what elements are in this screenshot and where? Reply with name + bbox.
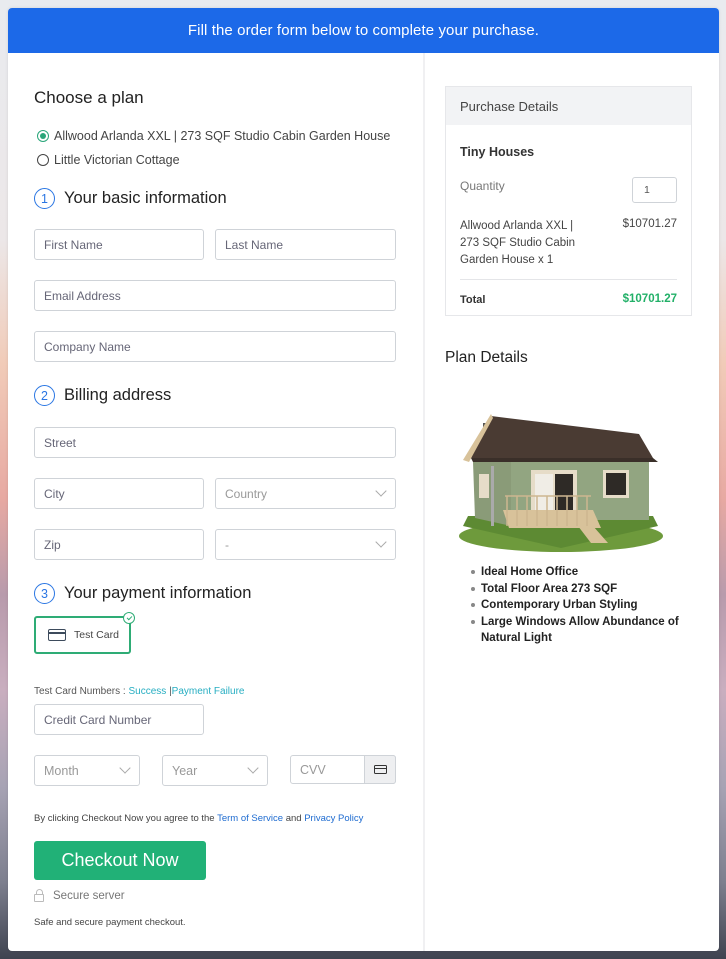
feature-item: Contemporary Urban Styling: [471, 597, 691, 614]
street-input[interactable]: Street: [34, 427, 396, 458]
chevron-down-icon: [375, 485, 387, 497]
plan-option-label: Allwood Arlanda XXL | 273 SQF Studio Cab…: [54, 129, 391, 143]
selected-value: Year: [172, 763, 198, 778]
quantity-input[interactable]: 1: [632, 177, 677, 203]
city-input[interactable]: City: [34, 478, 204, 509]
line-item-price: $10701.27: [622, 218, 677, 230]
step-3-icon: 3: [34, 583, 55, 604]
banner-text: Fill the order form below to complete yo…: [187, 22, 540, 39]
radio-unselected-icon[interactable]: [37, 154, 49, 166]
plan-option-allwood[interactable]: Allwood Arlanda XXL | 273 SQF Studio Cab…: [37, 129, 390, 143]
terms-of-service-link[interactable]: Term of Service: [217, 813, 283, 824]
cvv-input[interactable]: CVV: [290, 755, 396, 784]
placeholder: City: [44, 486, 65, 501]
feature-item: Ideal Home Office: [471, 564, 691, 581]
test-numbers-label: Test Card Numbers :: [34, 686, 126, 697]
column-divider: [423, 53, 425, 951]
feature-item: Total Floor Area 273 SQF: [471, 581, 691, 598]
secure-server: Secure server: [34, 889, 125, 902]
email-input[interactable]: Email Address: [34, 280, 396, 311]
safe-checkout-note: Safe and secure payment checkout.: [34, 917, 186, 928]
plan-features-list: Ideal Home Office Total Floor Area 273 S…: [471, 564, 691, 647]
credit-card-icon: [373, 765, 387, 774]
year-select[interactable]: Year: [162, 755, 268, 786]
lock-icon: [34, 889, 44, 902]
placeholder: Zip: [44, 537, 61, 552]
basic-info-heading: 1 Your basic information: [34, 188, 227, 209]
total-amount: $10701.27: [622, 293, 677, 305]
month-select[interactable]: Month: [34, 755, 140, 786]
success-link[interactable]: Success: [128, 686, 166, 697]
first-name-input[interactable]: First Name: [34, 229, 204, 260]
company-input[interactable]: Company Name: [34, 331, 396, 362]
payment-heading: 3 Your payment information: [34, 583, 251, 604]
section-title: Your payment information: [64, 584, 252, 602]
zip-input[interactable]: Zip: [34, 529, 204, 560]
placeholder: Street: [44, 435, 77, 450]
chevron-down-icon: [375, 536, 387, 548]
quantity-label: Quantity: [460, 179, 505, 193]
credit-card-icon: [48, 629, 66, 641]
selected-value: -: [225, 537, 229, 552]
placeholder: Company Name: [44, 339, 131, 354]
chevron-down-icon: [119, 762, 131, 774]
choose-plan-heading: Choose a plan: [34, 88, 144, 107]
section-title: Billing address: [64, 386, 172, 404]
placeholder: Credit Card Number: [44, 712, 152, 727]
section-title: Your basic information: [64, 189, 227, 207]
privacy-policy-link[interactable]: Privacy Policy: [304, 813, 363, 824]
billing-heading: 2 Billing address: [34, 385, 171, 406]
feature-item: Large Windows Allow Abundance of Natural…: [471, 614, 691, 647]
placeholder: CVV: [300, 762, 326, 777]
radio-selected-icon[interactable]: [37, 130, 49, 142]
step-1-icon: 1: [34, 188, 55, 209]
agreement-prefix: By clicking Checkout Now you agree to th…: [34, 813, 215, 824]
state-select[interactable]: -: [215, 529, 396, 560]
step-2-icon: 2: [34, 385, 55, 406]
cabin-house-image: [459, 414, 663, 552]
line-item-name: Allwood Arlanda XXL | 273 SQF Studio Cab…: [460, 220, 576, 266]
header-banner: Fill the order form below to complete yo…: [8, 8, 719, 53]
plan-option-victorian[interactable]: Little Victorian Cottage: [37, 153, 180, 167]
total-label: Total: [460, 294, 486, 306]
check-circle-icon: [123, 612, 135, 624]
credit-card-number-input[interactable]: Credit Card Number: [34, 704, 204, 735]
last-name-input[interactable]: Last Name: [215, 229, 396, 260]
secure-server-label: Secure server: [53, 889, 125, 902]
placeholder: Last Name: [225, 237, 284, 252]
product-category: Tiny Houses: [460, 145, 535, 159]
cvv-card-button[interactable]: [364, 755, 396, 784]
selected-value: Country: [225, 486, 268, 501]
checkout-now-button[interactable]: Checkout Now: [34, 841, 206, 880]
country-select[interactable]: Country: [215, 478, 396, 509]
purchase-details-box: Purchase Details Tiny Houses Quantity 1 …: [445, 86, 692, 316]
plan-details-heading: Plan Details: [445, 349, 528, 366]
chevron-down-icon: [247, 762, 259, 774]
plan-option-label: Little Victorian Cottage: [54, 153, 180, 167]
purchase-details-heading: Purchase Details: [446, 87, 691, 125]
test-card-option[interactable]: Test Card: [34, 612, 135, 654]
payment-method-label: Test Card: [74, 629, 119, 641]
payment-failure-link[interactable]: Payment Failure: [172, 686, 245, 697]
test-card-numbers: Test Card Numbers : Success |Payment Fai…: [34, 686, 244, 697]
agreement-text: By clicking Checkout Now you agree to th…: [34, 813, 363, 824]
selected-value: Month: [44, 763, 79, 778]
agreement-and: and: [285, 813, 302, 824]
order-form-card: Fill the order form below to complete yo…: [8, 8, 719, 951]
placeholder: First Name: [44, 237, 103, 252]
summary-divider: [460, 279, 677, 280]
placeholder: Email Address: [44, 288, 121, 303]
